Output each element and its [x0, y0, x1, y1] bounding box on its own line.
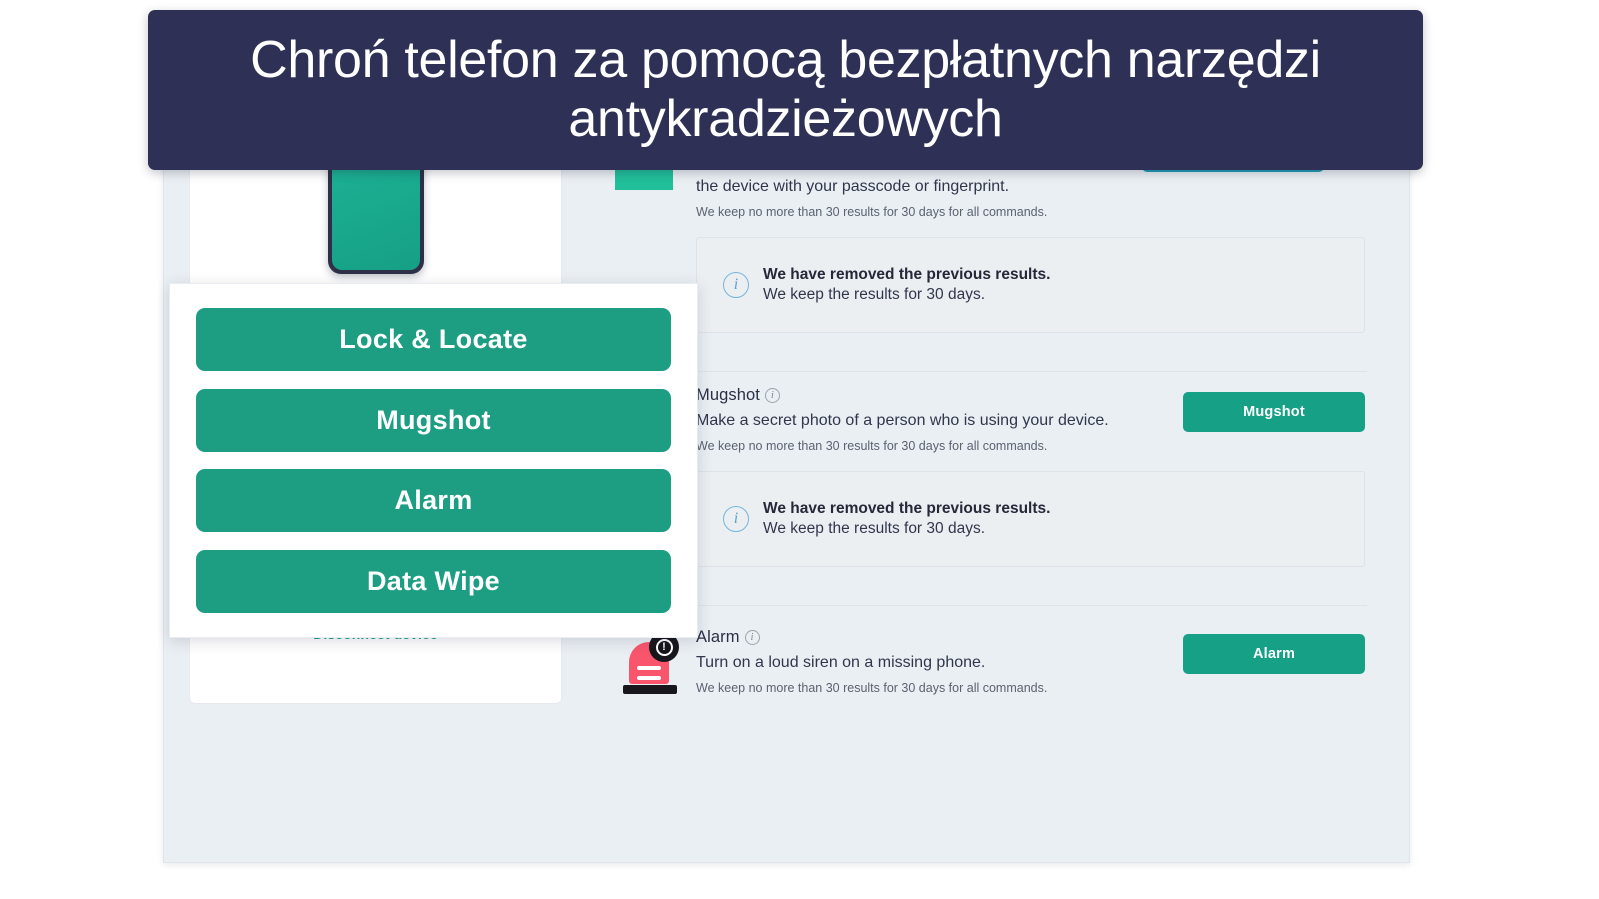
feature-title: Mugshot: [696, 386, 760, 404]
feature-note: We keep no more than 30 results for 30 d…: [696, 205, 1048, 219]
headline-banner: Chroń telefon za pomocą bezpłatnych narz…: [148, 10, 1423, 170]
feature-desc: the device with your passcode or fingerp…: [696, 178, 1010, 195]
info-tooltip-icon[interactable]: i: [765, 388, 780, 403]
feature-title-wrap: Mugshot i: [696, 386, 1165, 405]
feature-note: We keep no more than 30 results for 30 d…: [696, 681, 1048, 695]
feature-note: We keep no more than 30 results for 30 d…: [696, 439, 1048, 453]
feature-row-mugshot: Mugshot i Make a secret photo of a perso…: [582, 372, 1387, 461]
overlay-button-alarm[interactable]: Alarm: [196, 469, 671, 533]
feature-title: Alarm: [696, 628, 740, 646]
result-box-mugshot: i We have removed the previous results. …: [696, 471, 1365, 567]
result-box-lock-locate: i We have removed the previous results. …: [696, 237, 1365, 333]
result-text: We have removed the previous results. We…: [763, 266, 1050, 304]
feature-desc: Make a secret photo of a person who is u…: [696, 412, 1109, 429]
overlay-button-lock-locate[interactable]: Lock & Locate: [196, 308, 671, 371]
overlay-button-mugshot[interactable]: Mugshot: [196, 388, 671, 452]
result-heading: We have removed the previous results.: [763, 500, 1051, 517]
screenshot-root: Disconnect device the device with your p…: [0, 0, 1599, 899]
info-tooltip-icon[interactable]: i: [744, 630, 760, 645]
feature-title-wrap: Alarm i: [696, 628, 1165, 647]
overlay-button-data-wipe[interactable]: Data Wipe: [196, 549, 671, 613]
result-subtext: We keep the results for 30 days.: [763, 520, 985, 537]
command-overlay-panel: Lock & Locate Mugshot Alarm Data Wipe: [169, 283, 698, 638]
siren-illustration: !: [623, 632, 679, 694]
banner-title: Chroń telefon za pomocą bezpłatnych narz…: [250, 30, 1321, 148]
result-heading: We have removed the previous results.: [763, 266, 1051, 283]
feature-body-mugshot: Mugshot i Make a secret photo of a perso…: [696, 386, 1183, 453]
result-text: We have removed the previous results. We…: [763, 500, 1050, 538]
mugshot-button[interactable]: Mugshot: [1183, 392, 1365, 432]
siren-base: [623, 685, 677, 694]
feature-body-alarm: Alarm i Turn on a loud siren on a missin…: [696, 628, 1183, 695]
siren-line: [637, 676, 661, 680]
info-circle-icon: i: [723, 506, 749, 532]
siren-line: [637, 666, 661, 670]
feature-body-lock-locate: the device with your passcode or fingerp…: [696, 178, 1365, 219]
feature-row-alarm: ! Alarm i Turn on a loud siren on a miss…: [582, 606, 1387, 703]
info-circle-icon: i: [723, 272, 749, 298]
alarm-button[interactable]: Alarm: [1183, 634, 1365, 674]
feature-desc: Turn on a loud siren on a missing phone.: [696, 654, 986, 671]
feature-list: the device with your passcode or fingerp…: [582, 164, 1387, 864]
result-subtext: We keep the results for 30 days.: [763, 286, 985, 303]
exclamation-icon: !: [655, 638, 673, 656]
feature-row-lock-locate: the device with your passcode or fingerp…: [582, 164, 1387, 227]
